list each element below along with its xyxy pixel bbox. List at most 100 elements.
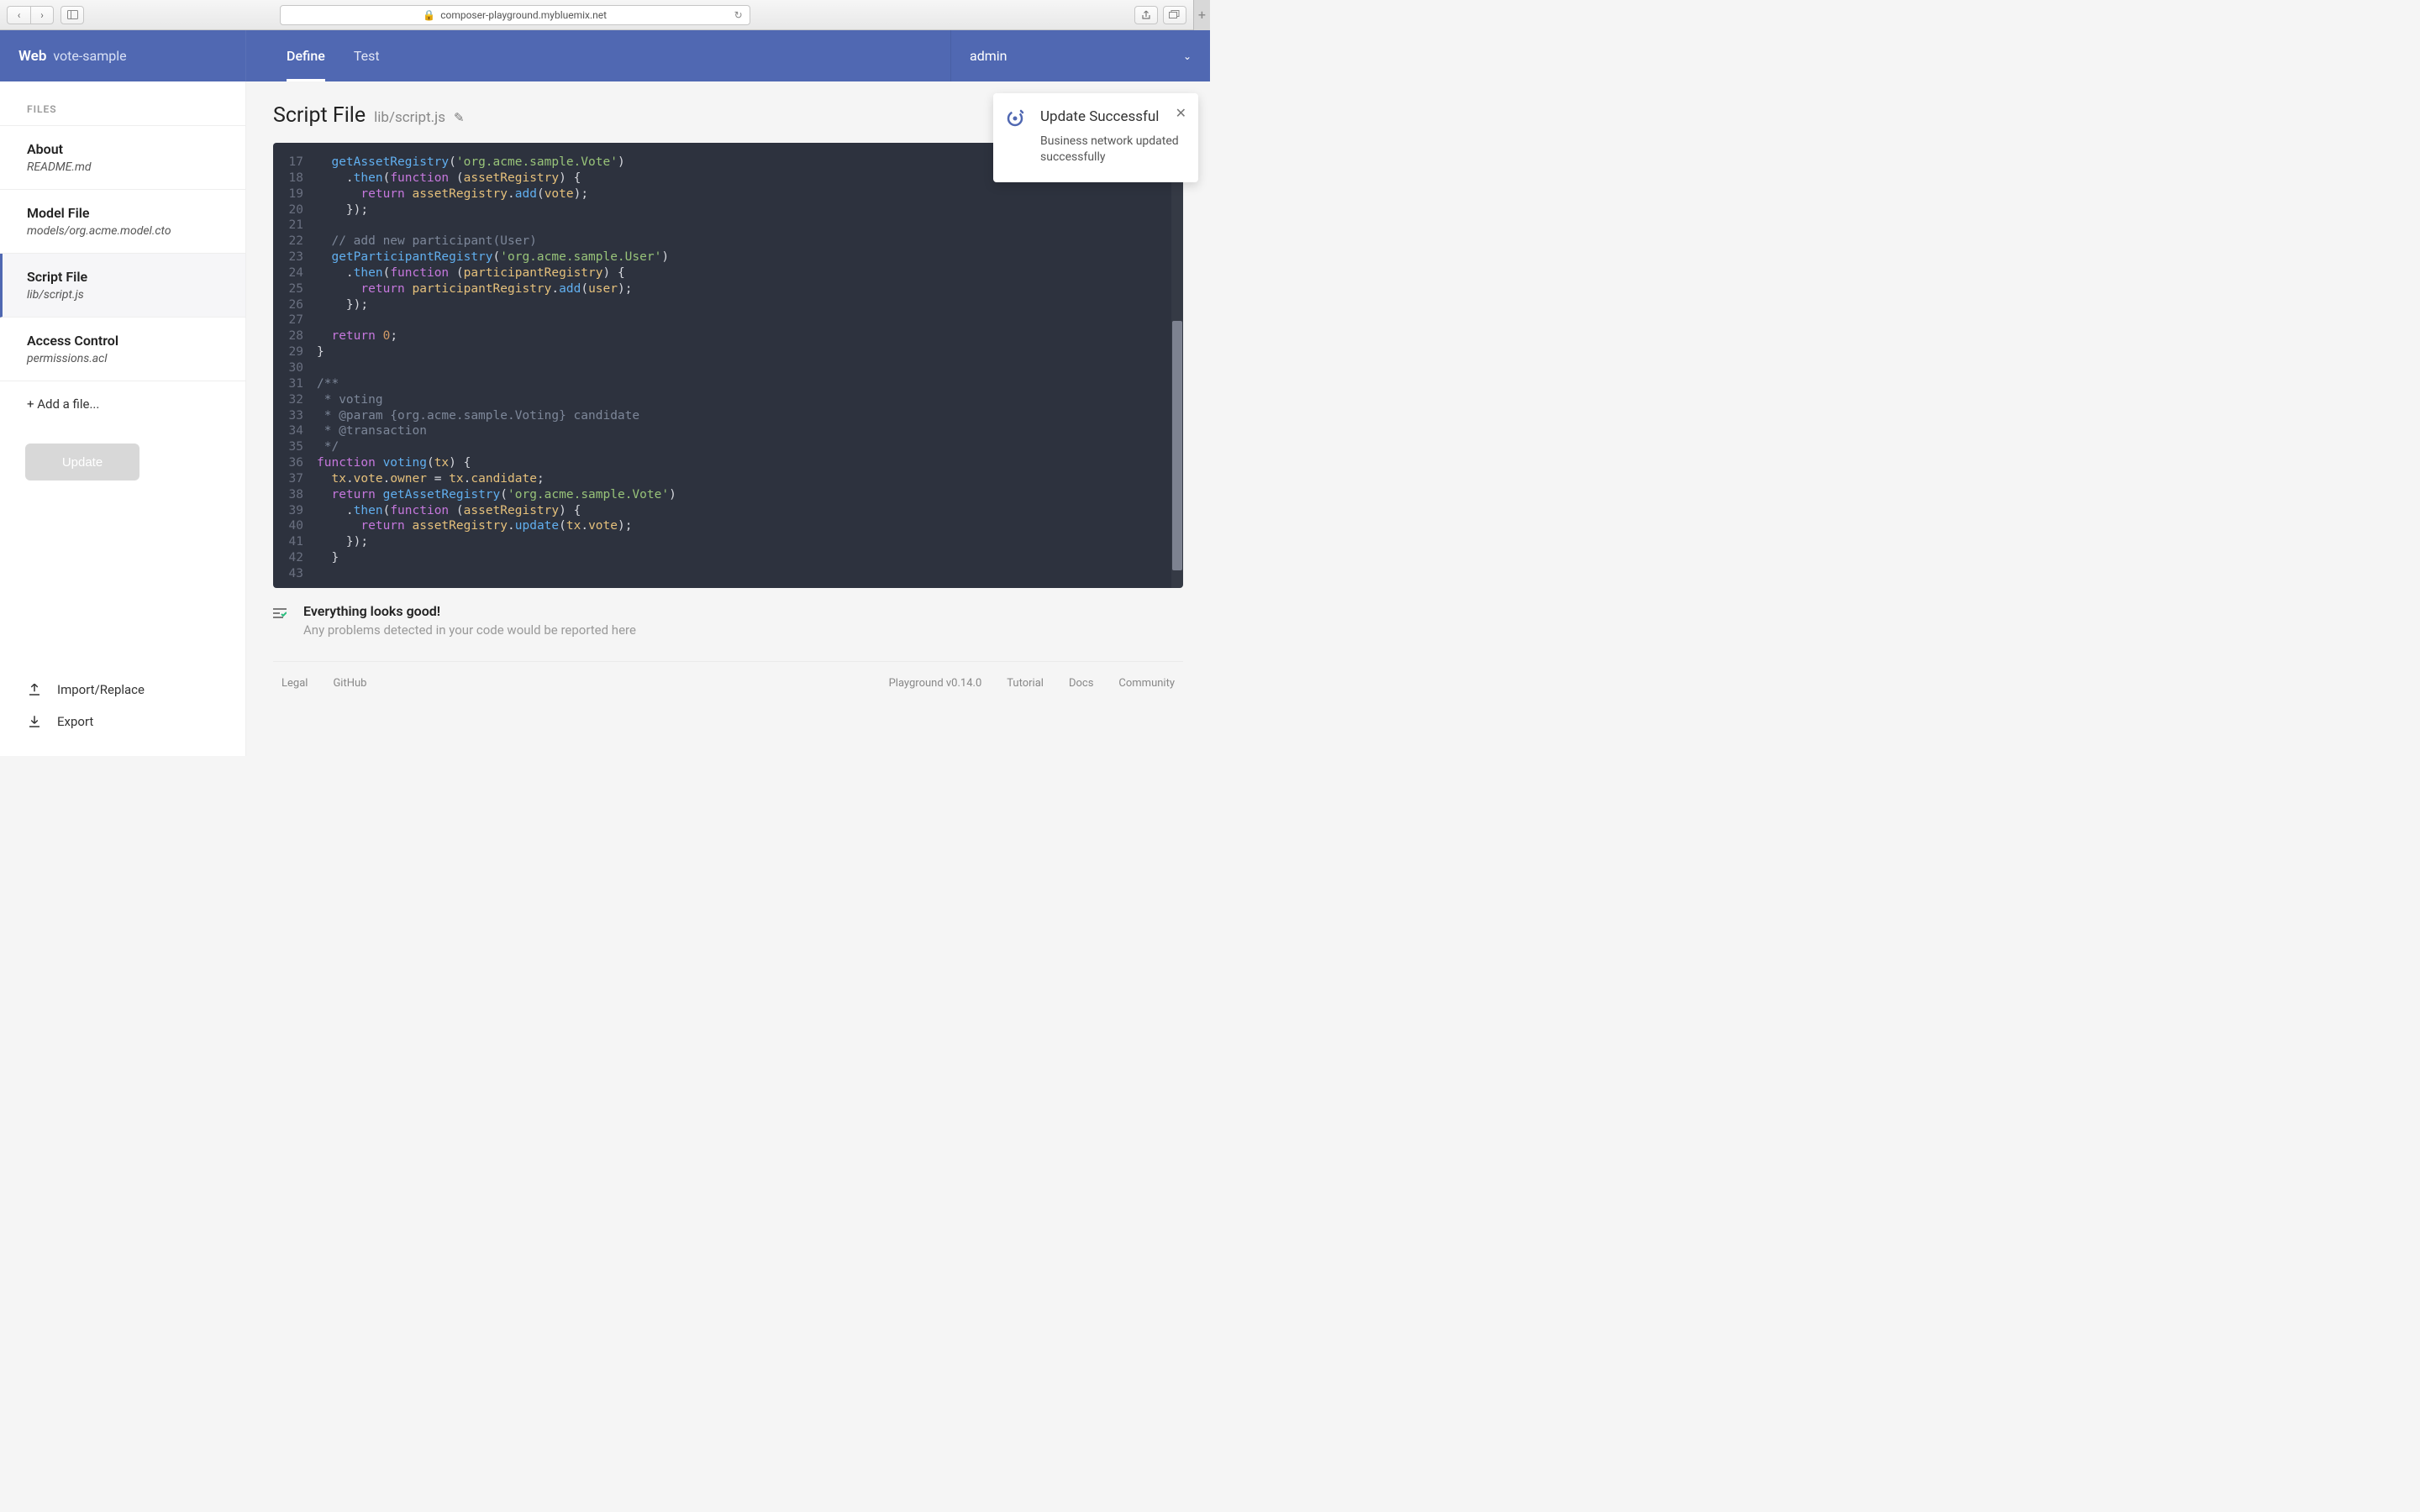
file-item-model-file[interactable]: Model File models/org.acme.model.cto [0,190,245,254]
nav-buttons: ‹ › [7,6,54,24]
code-line: 21 [273,218,1183,234]
browser-chrome: ‹ › 🔒 composer-playground.mybluemix.net … [0,0,1210,30]
code-content: return 0; [317,328,397,344]
footer-legal[interactable]: Legal [281,677,308,690]
update-button[interactable]: Update [25,444,139,480]
code-line: 41 }); [273,534,1183,550]
line-number: 38 [273,487,317,503]
file-subtitle: models/org.acme.model.cto [27,224,218,238]
brand-label: Web [18,48,46,65]
page-title: Script File [273,103,366,128]
app-header: Web vote-sample DefineTest admin ⌄ [0,30,1210,81]
line-number: 33 [273,408,317,424]
code-content: return assetRegistry.update(tx.vote); [317,518,632,534]
line-number: 23 [273,249,317,265]
line-number: 43 [273,566,317,582]
download-icon [27,714,42,729]
close-icon[interactable]: ✕ [1176,105,1186,121]
share-button[interactable] [1134,6,1158,24]
code-line: 40 return assetRegistry.update(tx.vote); [273,518,1183,534]
code-content: * @transaction [317,423,427,439]
scrollbar-thumb[interactable] [1172,321,1182,570]
panel-icon [67,10,78,19]
upload-icon [27,682,42,697]
success-icon [1005,108,1025,129]
footer: Legal GitHub Playground v0.14.0 Tutorial… [273,661,1183,705]
code-content: .then(function (assetRegistry) { [317,171,581,186]
line-number: 32 [273,392,317,408]
code-content: /** [317,376,339,392]
tab-test[interactable]: Test [354,30,380,81]
code-editor[interactable]: 17 getAssetRegistry('org.acme.sample.Vot… [273,143,1183,588]
line-number: 18 [273,171,317,186]
code-line: 24 .then(function (participantRegistry) … [273,265,1183,281]
line-number: 42 [273,550,317,566]
code-line: 25 return participantRegistry.add(user); [273,281,1183,297]
code-content: tx.vote.owner = tx.candidate; [317,471,544,487]
status-panel: Everything looks good! Any problems dete… [273,588,1183,661]
file-title: Script File [27,269,218,285]
code-line: 27 [273,312,1183,328]
reload-icon[interactable]: ↻ [734,9,743,21]
chrome-right [1134,6,1186,24]
status-title: Everything looks good! [303,603,636,619]
code-line: 37 tx.vote.owner = tx.candidate; [273,471,1183,487]
line-number: 41 [273,534,317,550]
file-item-about[interactable]: AboutREADME.md [0,125,245,190]
tabs-button[interactable] [1163,6,1186,24]
sidebar-toggle-button[interactable] [60,6,84,24]
edit-icon[interactable]: ✎ [454,110,465,125]
address-bar[interactable]: 🔒 composer-playground.mybluemix.net ↻ [280,5,750,25]
share-icon [1141,10,1151,20]
footer-tutorial[interactable]: Tutorial [1007,677,1044,690]
code-content: } [317,344,324,360]
sidebar: FILES AboutREADME.mdModel Filemodels/org… [0,81,246,756]
code-line: 39 .then(function (assetRegistry) { [273,503,1183,519]
back-button[interactable]: ‹ [7,6,30,24]
toast-notification: ✕ Update Successful Business network upd… [993,93,1198,182]
forward-button[interactable]: › [30,6,54,24]
user-label: admin [970,48,1007,64]
editor-scrollbar[interactable] [1171,143,1183,588]
code-line: 31/** [273,376,1183,392]
user-menu[interactable]: admin ⌄ [950,30,1210,81]
file-title: Access Control [27,333,218,349]
line-number: 24 [273,265,317,281]
code-line: 38 return getAssetRegistry('org.acme.sam… [273,487,1183,503]
code-content: */ [317,439,339,455]
line-number: 34 [273,423,317,439]
file-title: Model File [27,205,218,221]
line-number: 19 [273,186,317,202]
file-list: AboutREADME.md Model File models/org.acme.… [0,125,245,381]
tab-define[interactable]: Define [287,30,325,81]
footer-community[interactable]: Community [1118,677,1175,690]
line-number: 40 [273,518,317,534]
add-file-button[interactable]: + Add a file... [0,381,245,427]
line-number: 27 [273,312,317,328]
import-replace-button[interactable]: Import/Replace [27,674,218,706]
code-line: 30 [273,360,1183,376]
file-item-script-file[interactable]: Script Filelib/script.js [0,254,245,318]
sidebar-bottom: Import/Replace Export [0,660,245,756]
footer-github[interactable]: GitHub [333,677,366,690]
code-content: } [317,550,339,566]
line-number: 31 [273,376,317,392]
new-tab-button[interactable]: + [1193,0,1210,30]
file-item-access-control[interactable]: Access Controlpermissions.acl [0,318,245,381]
export-button[interactable]: Export [27,706,218,738]
code-line: 22 // add new participant(User) [273,234,1183,249]
check-icon [273,606,287,622]
code-content: // add new participant(User) [317,234,537,249]
footer-docs[interactable]: Docs [1069,677,1093,690]
code-content: function voting(tx) { [317,455,471,471]
lock-icon: 🔒 [423,9,435,21]
tabs-icon [1169,10,1180,19]
code-line: 29} [273,344,1183,360]
code-line: 26 }); [273,297,1183,313]
code-content: * voting [317,392,383,408]
chevron-down-icon: ⌄ [1183,50,1192,62]
url-host: composer-playground.mybluemix.net [440,9,607,21]
code-content: return assetRegistry.add(vote); [317,186,588,202]
line-number: 17 [273,155,317,171]
line-number: 39 [273,503,317,519]
